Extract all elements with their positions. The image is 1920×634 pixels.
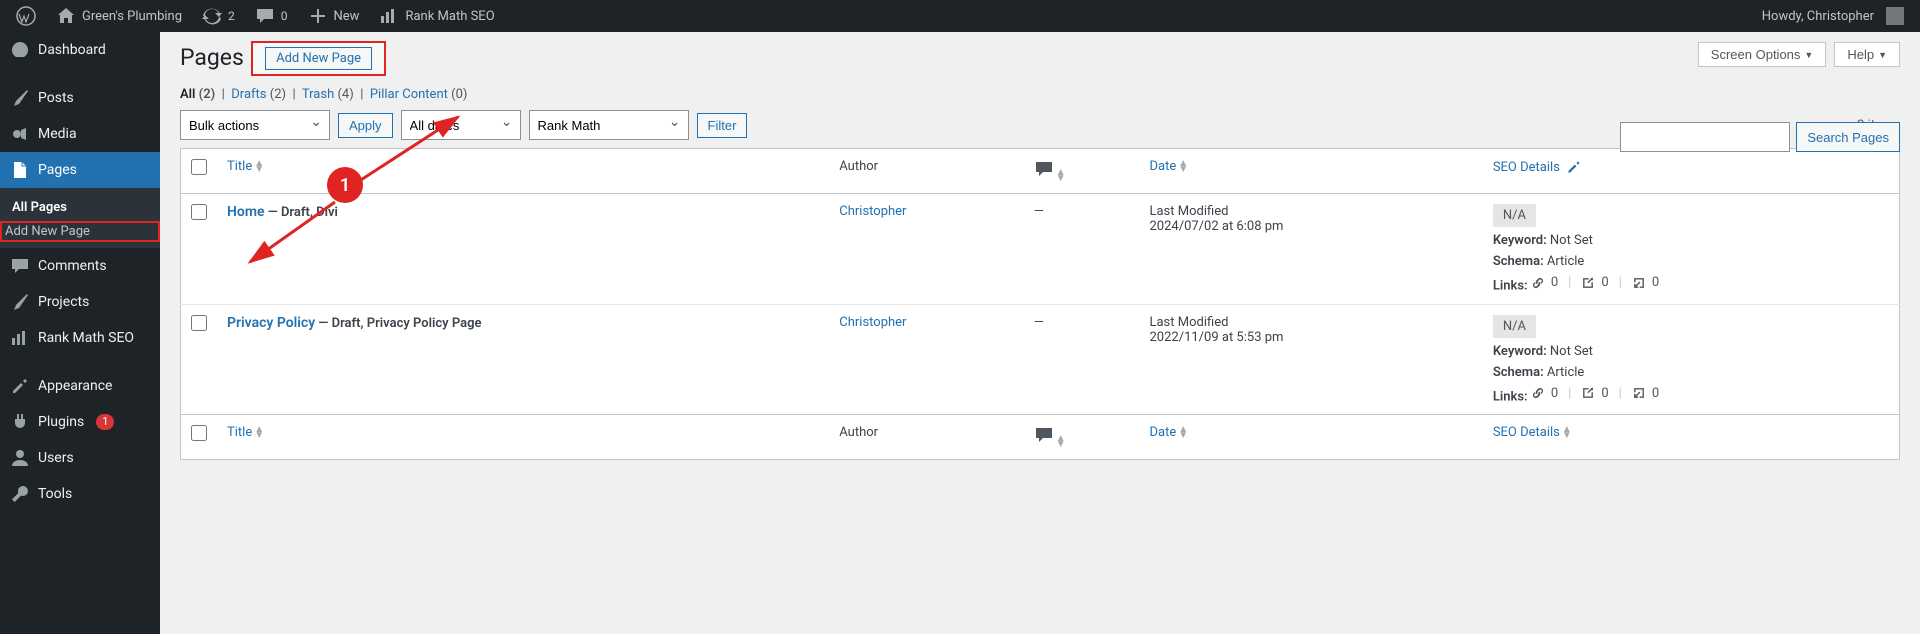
menu-tools[interactable]: Tools	[0, 476, 160, 512]
row-date: Last Modified2022/11/09 at 5:53 pm	[1139, 304, 1482, 415]
comment-icon	[1034, 425, 1054, 445]
menu-comments[interactable]: Comments	[0, 248, 160, 284]
row-checkbox[interactable]	[191, 315, 207, 331]
seo-score-badge: N/A	[1493, 315, 1536, 338]
menu-posts[interactable]: Posts	[0, 80, 160, 116]
menu-appearance[interactable]: Appearance	[0, 368, 160, 404]
howdy-text: Howdy, Christopher	[1762, 9, 1874, 24]
content-area: Screen Options Help Pages Add New Page A…	[160, 32, 1920, 634]
view-filters: All (2) | Drafts (2) | Trash (4) | Pilla…	[180, 87, 1900, 102]
row-title-link[interactable]: Privacy Policy	[227, 315, 315, 331]
site-name: Green's Plumbing	[82, 9, 182, 24]
help-button[interactable]: Help	[1834, 42, 1900, 67]
rankmath-filter-select[interactable]: Rank Math	[529, 110, 689, 140]
search-input[interactable]	[1620, 122, 1790, 152]
col-comments-foot[interactable]	[1024, 415, 1140, 460]
view-drafts[interactable]: Drafts (2)	[231, 87, 286, 102]
row-seo: N/AKeyword: Not SetSchema: ArticleLinks:…	[1483, 194, 1900, 305]
date-filter-select[interactable]: All dates	[401, 110, 521, 140]
row-checkbox[interactable]	[191, 204, 207, 220]
filter-button[interactable]: Filter	[697, 113, 748, 138]
row-date: Last Modified2024/07/02 at 6:08 pm	[1139, 194, 1482, 305]
screen-options-button[interactable]: Screen Options	[1698, 42, 1827, 67]
search-button[interactable]: Search Pages	[1796, 122, 1900, 152]
col-title-foot[interactable]: Title	[227, 425, 264, 440]
comments-link[interactable]: 0	[247, 0, 296, 32]
view-trash[interactable]: Trash (4)	[302, 87, 354, 102]
bulk-actions-select[interactable]: Bulk actions	[180, 110, 330, 140]
comment-icon	[1034, 159, 1054, 179]
col-date-foot[interactable]: Date	[1149, 425, 1188, 440]
rankmath-label: Rank Math SEO	[405, 9, 494, 24]
menu-rankmath[interactable]: Rank Math SEO	[0, 320, 160, 356]
col-seo-foot[interactable]: SEO Details	[1493, 425, 1572, 440]
row-seo: N/AKeyword: Not SetSchema: ArticleLinks:…	[1483, 304, 1900, 415]
site-name-link[interactable]: Green's Plumbing	[48, 0, 190, 32]
col-seo[interactable]: SEO Details	[1493, 160, 1560, 175]
new-label: New	[334, 9, 360, 24]
annotation-step-badge: 1	[327, 167, 363, 203]
col-author: Author	[829, 149, 1023, 194]
comments-count: 0	[281, 9, 288, 23]
menu-users[interactable]: Users	[0, 440, 160, 476]
avatar	[1886, 7, 1904, 25]
col-author-foot: Author	[829, 415, 1023, 460]
admin-bar: Green's Plumbing 2 0 New Rank Math SEO H…	[0, 0, 1920, 32]
select-all-bottom[interactable]	[191, 425, 207, 441]
menu-pages[interactable]: Pages	[0, 152, 160, 188]
row-comments: —	[1024, 304, 1140, 415]
menu-dashboard[interactable]: Dashboard	[0, 32, 160, 68]
col-comments[interactable]	[1024, 149, 1140, 194]
pencil-icon[interactable]	[1566, 159, 1582, 175]
row-title-link[interactable]: Home	[227, 204, 265, 220]
col-date[interactable]: Date	[1149, 159, 1188, 174]
wp-logo[interactable]	[8, 0, 44, 32]
seo-score-badge: N/A	[1493, 204, 1536, 227]
post-state: — Draft, Divi	[268, 205, 338, 220]
sub-add-new-page[interactable]: Add New Page	[0, 221, 160, 242]
sub-all-pages[interactable]: All Pages	[0, 194, 160, 221]
plugins-update-badge: 1	[96, 414, 114, 430]
table-row: Home — Draft, Divi Christopher —Last Modif…	[181, 194, 1900, 305]
updates-link[interactable]: 2	[194, 0, 243, 32]
add-new-page-button[interactable]: Add New Page	[251, 41, 386, 76]
col-title[interactable]: Title	[227, 159, 264, 174]
pages-submenu: All Pages Add New Page	[0, 188, 160, 248]
rankmath-bar-link[interactable]: Rank Math SEO	[371, 0, 502, 32]
page-title: Pages	[180, 44, 244, 71]
menu-plugins[interactable]: Plugins1	[0, 404, 160, 440]
select-all-top[interactable]	[191, 159, 207, 175]
author-link[interactable]: Christopher	[839, 204, 906, 219]
new-content-link[interactable]: New	[300, 0, 368, 32]
menu-projects[interactable]: Projects	[0, 284, 160, 320]
pages-table: Title Author Date SEO Details Home — Dra…	[180, 148, 1900, 460]
admin-menu: Dashboard Posts Media Pages All Pages Ad…	[0, 32, 160, 634]
apply-button[interactable]: Apply	[338, 113, 393, 138]
account-link[interactable]: Howdy, Christopher	[1754, 0, 1912, 32]
updates-count: 2	[228, 9, 235, 23]
table-row: Privacy Policy — Draft, Privacy Policy P…	[181, 304, 1900, 415]
search-box: Search Pages	[1620, 122, 1900, 152]
menu-media[interactable]: Media	[0, 116, 160, 152]
view-all[interactable]: All (2)	[180, 87, 215, 102]
view-pillar[interactable]: Pillar Content (0)	[370, 87, 468, 102]
row-comments: —	[1024, 194, 1140, 305]
author-link[interactable]: Christopher	[839, 315, 906, 330]
post-state: — Draft, Privacy Policy Page	[318, 316, 481, 331]
